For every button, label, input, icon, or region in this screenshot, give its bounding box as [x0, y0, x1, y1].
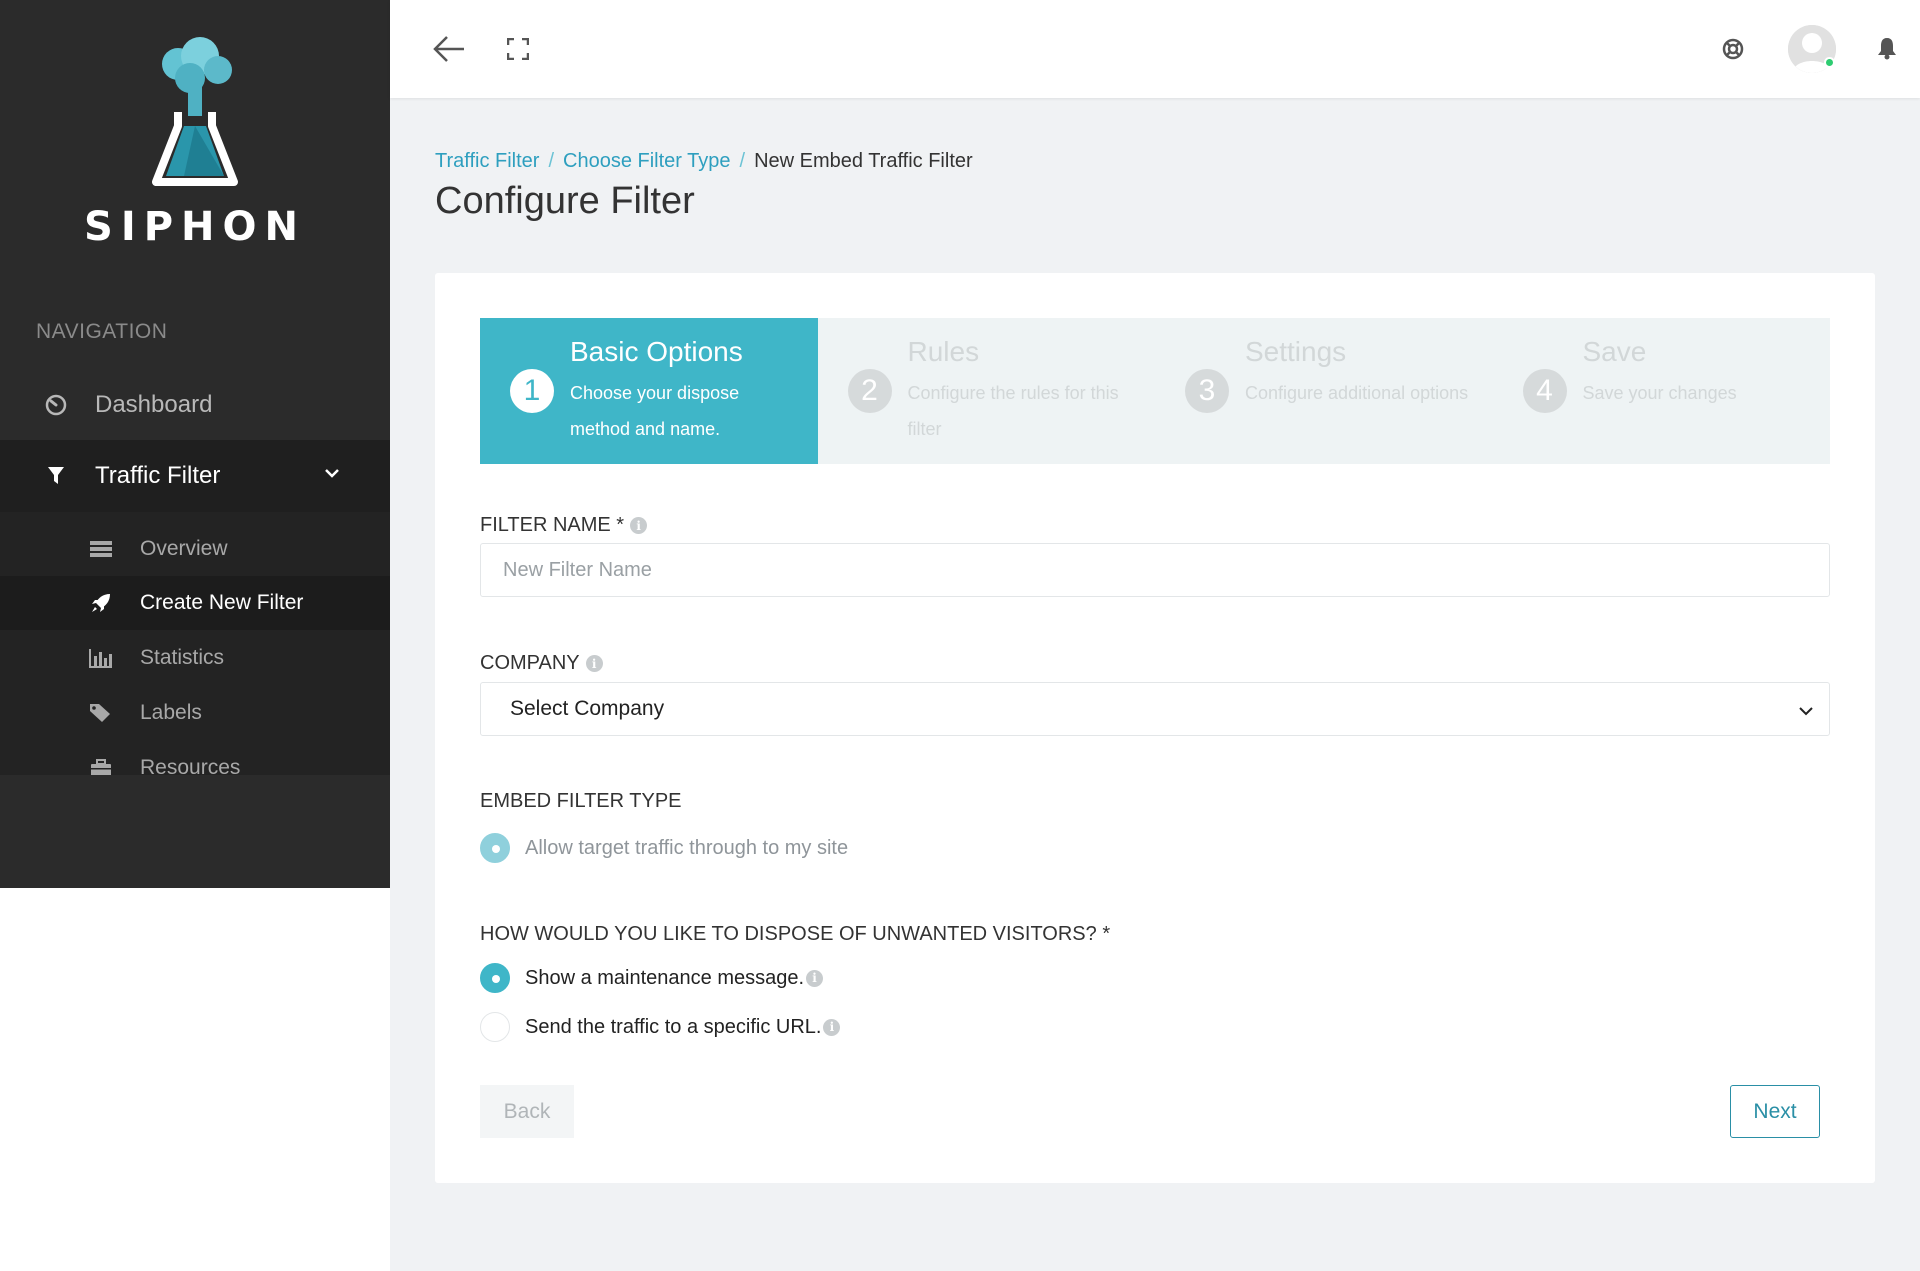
step-number: 2 — [847, 369, 892, 413]
breadcrumb-separator: / — [739, 150, 746, 172]
step-number: 3 — [1185, 369, 1229, 413]
radio-button[interactable] — [480, 833, 510, 863]
breadcrumb-separator: / — [548, 150, 555, 172]
sidebar-item-labels[interactable]: Labels — [0, 686, 390, 740]
breadcrumb-link-choose-filter-type[interactable]: Choose Filter Type — [563, 150, 731, 172]
sidebar-item-label: Statistics — [140, 646, 225, 669]
sidebar-item-label: Labels — [140, 701, 202, 724]
step-title: Save — [1582, 336, 1647, 367]
bar-chart-icon — [89, 646, 113, 670]
step-title: Basic Options — [570, 336, 743, 367]
sidebar-footer — [0, 775, 390, 888]
sidebar-item-create-new-filter[interactable]: Create New Filter — [0, 576, 390, 630]
sidebar: SIPHON NAVIGATION Dashboard Traffic Filt… — [0, 0, 390, 888]
siphon-logo[interactable]: SIPHON — [0, 34, 390, 250]
sidebar-item-label: Create New Filter — [140, 591, 304, 614]
radio-label: Allow target traffic through to my site — [525, 836, 849, 859]
sidebar-item-statistics[interactable]: Statistics — [0, 631, 390, 685]
step-description: Configure additional options — [1245, 383, 1469, 403]
info-icon[interactable]: i — [585, 655, 603, 672]
configure-filter-card: 1 Basic Options Choose your dispose meth… — [435, 273, 1875, 1183]
page-title: Configure Filter — [435, 180, 695, 222]
company-label: COMPANY i — [480, 652, 603, 675]
top-bar — [390, 0, 1920, 98]
breadcrumb: Traffic Filter / Choose Filter Type / New Em… — [435, 150, 973, 173]
radio-label: Show a maintenance message. — [525, 966, 805, 989]
flask-cloud-logo-icon — [152, 37, 238, 186]
embed-filter-type-label: EMBED FILTER TYPE — [480, 790, 682, 813]
back-button[interactable]: Back — [480, 1085, 574, 1138]
embed-filter-type-label-text: EMBED FILTER TYPE — [480, 790, 682, 812]
dispose-question-label: HOW WOULD YOU LIKE TO DISPOSE OF UNWANTE… — [480, 923, 1110, 946]
step-description: Configure the rules for this filter — [907, 383, 1119, 439]
lifebuoy-icon[interactable] — [1722, 38, 1744, 60]
filter-funnel-icon — [44, 464, 68, 488]
expand-icon[interactable] — [507, 38, 529, 60]
company-select[interactable]: Select Company — [480, 682, 1830, 736]
dashboard-gauge-icon — [44, 393, 68, 417]
rocket-icon — [89, 591, 113, 615]
step-number: 4 — [1522, 369, 1567, 413]
next-button[interactable]: Next — [1730, 1085, 1820, 1138]
online-status-indicator — [1824, 57, 1835, 68]
sidebar-item-label: Overview — [140, 537, 228, 560]
sidebar-item-overview[interactable]: Overview — [0, 522, 390, 576]
tags-icon — [89, 701, 113, 725]
radio-label: Send the traffic to a specific URL. — [525, 1015, 822, 1038]
step-description: Save your changes — [1582, 383, 1737, 403]
wizard-step-rules[interactable]: 2 Rules Configure the rules for this fil… — [818, 318, 1156, 464]
step-title: Rules — [907, 336, 980, 367]
list-icon — [89, 537, 113, 561]
breadcrumb-link-traffic-filter[interactable]: Traffic Filter — [435, 150, 539, 172]
sidebar-item-label: Dashboard — [95, 391, 213, 418]
filter-name-label-text: FILTER NAME * — [480, 514, 625, 536]
chevron-down-icon — [1799, 703, 1813, 721]
step-title: Settings — [1245, 336, 1347, 367]
filter-name-label: FILTER NAME * i — [480, 514, 648, 537]
company-label-text: COMPANY — [480, 652, 580, 674]
breadcrumb-current: New Embed Traffic Filter — [754, 150, 973, 172]
sidebar-item-traffic-filter[interactable]: Traffic Filter — [0, 440, 390, 512]
info-icon[interactable]: i — [630, 517, 648, 534]
chevron-down-icon[interactable] — [324, 466, 340, 484]
dispose-question-label-text: HOW WOULD YOU LIKE TO DISPOSE OF UNWANTE… — [480, 923, 1111, 945]
brand-name: SIPHON — [84, 204, 306, 250]
arrow-left-icon[interactable] — [432, 34, 466, 64]
embed-type-option-allow[interactable]: Allow target traffic through to my site — [480, 833, 848, 863]
wizard-steps: 1 Basic Options Choose your dispose meth… — [480, 318, 1830, 464]
radio-button[interactable] — [480, 1012, 510, 1042]
sidebar-item-label: Traffic Filter — [95, 462, 221, 489]
dispose-option-maintenance[interactable]: Show a maintenance message. i — [480, 963, 824, 993]
info-icon[interactable]: i — [823, 1018, 841, 1036]
step-description: Choose your dispose method and name. — [570, 383, 740, 439]
step-number: 1 — [510, 369, 554, 413]
bell-icon[interactable] — [1877, 36, 1897, 60]
navigation-heading: NAVIGATION — [36, 320, 168, 343]
info-icon[interactable]: i — [806, 969, 824, 987]
dispose-option-redirect-url[interactable]: Send the traffic to a specific URL. i — [480, 1012, 841, 1042]
radio-button[interactable] — [480, 963, 510, 993]
wizard-step-basic-options[interactable]: 1 Basic Options Choose your dispose meth… — [480, 318, 818, 464]
wizard-step-settings[interactable]: 3 Settings Configure additional options — [1155, 318, 1493, 464]
wizard-step-save[interactable]: 4 Save Save your changes — [1493, 318, 1831, 464]
filter-name-input[interactable] — [480, 543, 1830, 597]
main-content: Traffic Filter / Choose Filter Type / New Em… — [390, 0, 1920, 1271]
sidebar-item-dashboard[interactable]: Dashboard — [0, 375, 390, 435]
company-select-value: Select Company — [510, 697, 665, 720]
traffic-filter-submenu: Overview Create New Filter Statistics La… — [0, 512, 390, 779]
